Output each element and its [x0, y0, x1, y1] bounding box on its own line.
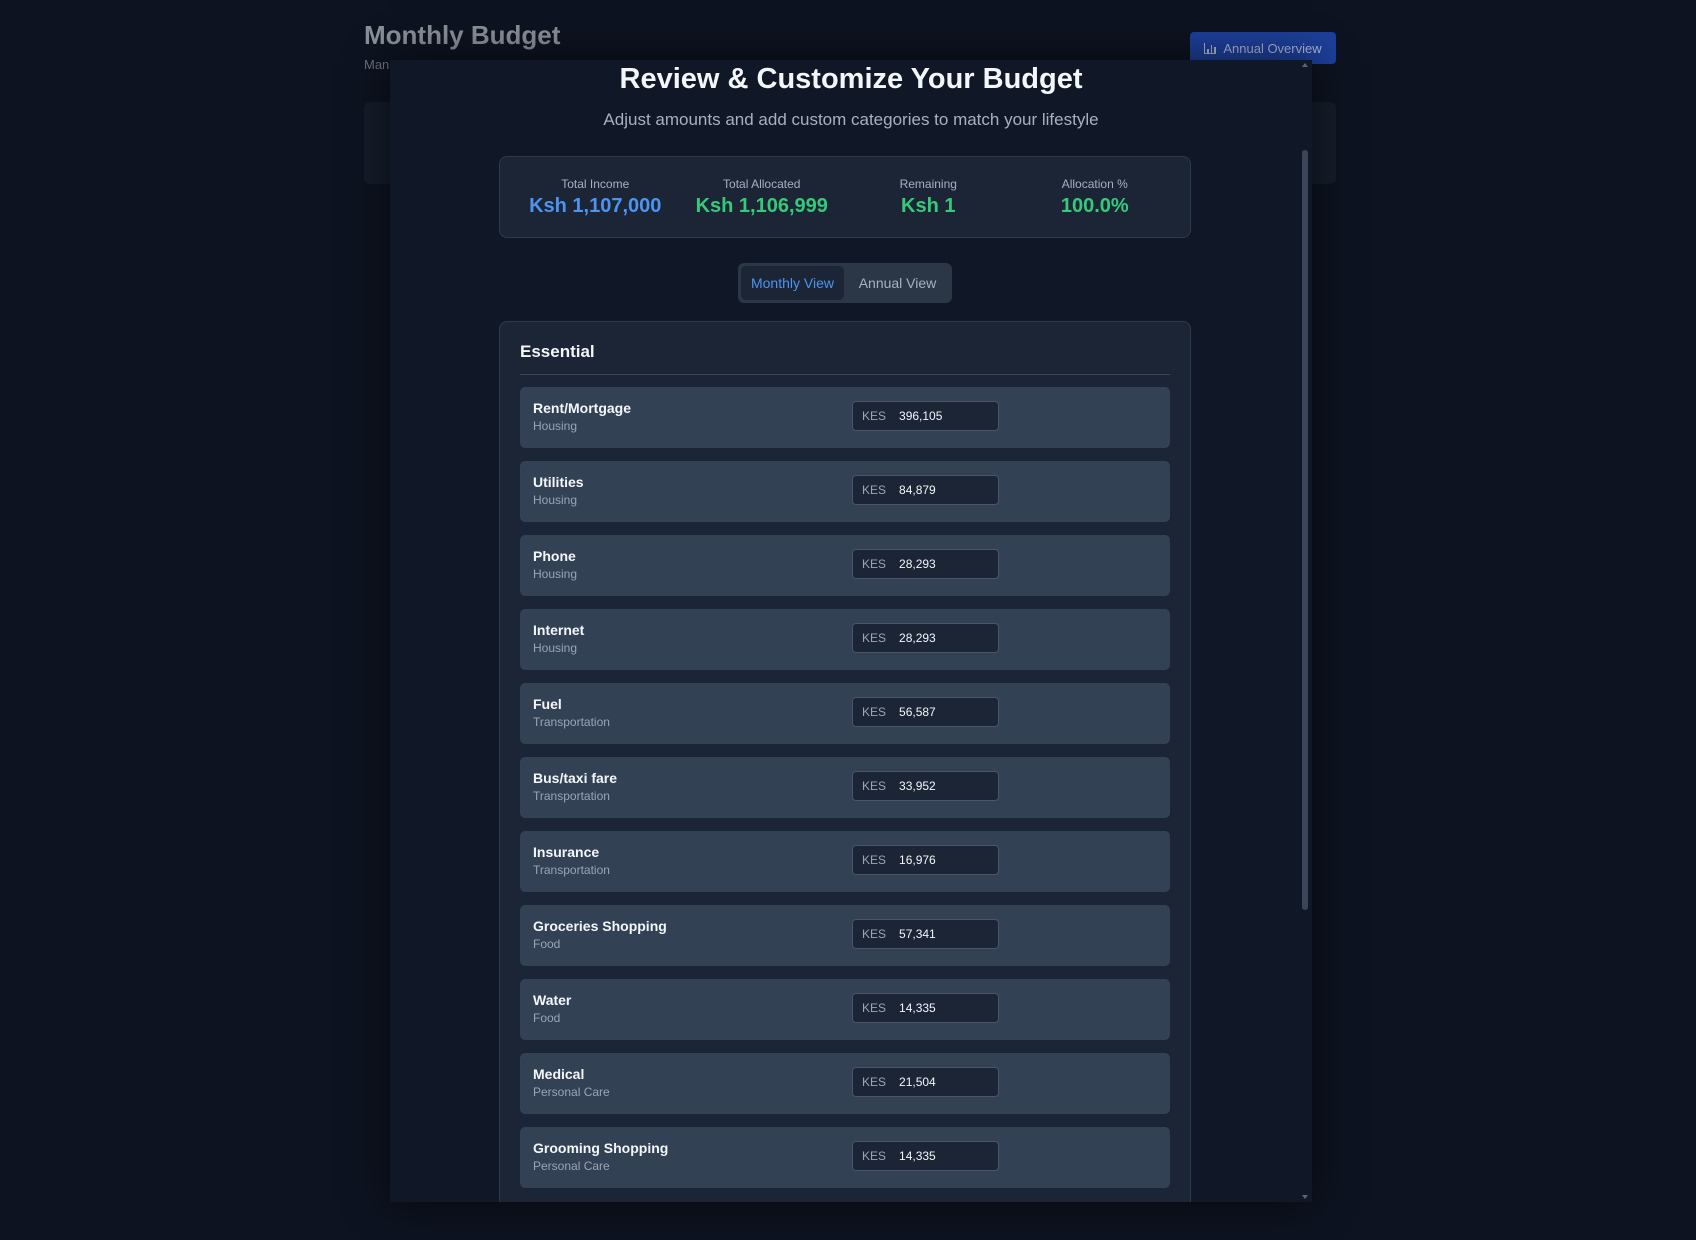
summary-label: Total Income	[561, 176, 630, 191]
budget-item-row: Internet Housing KES 28,293	[520, 609, 1170, 670]
amount-field[interactable]: KES 396,105	[852, 401, 999, 431]
page-subtitle: Man	[364, 57, 390, 72]
budget-item-row: Water Food KES 14,335	[520, 979, 1170, 1040]
amount-field[interactable]: KES 28,293	[852, 549, 999, 579]
summary-label: Remaining	[899, 176, 957, 191]
amount-field[interactable]: KES 84,879	[852, 475, 999, 505]
amount-field[interactable]: KES 28,293	[852, 623, 999, 653]
budget-item-row: Phone Housing KES 28,293	[520, 535, 1170, 596]
summary-allocation-percent: Allocation % 100.0%	[1012, 177, 1179, 218]
summary-value: Ksh 1,106,999	[695, 194, 828, 217]
amount-field[interactable]: KES 14,335	[852, 993, 999, 1023]
summary-value: Ksh 1,107,000	[529, 194, 662, 217]
amount-input[interactable]: 21,504	[899, 1075, 989, 1089]
modal-title: Review & Customize Your Budget	[619, 63, 1083, 95]
currency-prefix: KES	[862, 1149, 887, 1163]
currency-prefix: KES	[862, 1075, 887, 1089]
currency-prefix: KES	[862, 557, 887, 571]
summary-value: Ksh 1	[901, 194, 956, 217]
amount-field[interactable]: KES 21,504	[852, 1067, 999, 1097]
budget-review-modal: Review & Customize Your Budget Adjust am…	[390, 60, 1312, 1202]
scroll-down-arrow[interactable]	[1302, 1195, 1308, 1199]
amount-input[interactable]: 28,293	[899, 631, 989, 645]
budget-item-row: Bus/taxi fare Transportation KES 33,952	[520, 757, 1170, 818]
currency-prefix: KES	[862, 631, 887, 645]
amount-field[interactable]: KES 33,952	[852, 771, 999, 801]
amount-input[interactable]: 14,335	[899, 1001, 989, 1015]
annual-overview-label: Annual Overview	[1223, 40, 1322, 56]
amount-input[interactable]: 56,587	[899, 705, 989, 719]
currency-prefix: KES	[862, 483, 887, 497]
amount-field[interactable]: KES 56,587	[852, 697, 999, 727]
budget-item-row: Groceries Shopping Food KES 57,341	[520, 905, 1170, 966]
modal-scrollbar[interactable]	[1302, 150, 1308, 910]
page-title: Monthly Budget	[364, 20, 561, 50]
summary-total-allocated: Total Allocated Ksh 1,106,999	[679, 177, 846, 218]
section-title: Essential	[520, 342, 1170, 375]
budget-summary: Total Income Ksh 1,107,000 Total Allocat…	[499, 156, 1191, 238]
amount-input[interactable]: 396,105	[899, 409, 989, 423]
amount-field[interactable]: KES 16,976	[852, 845, 999, 875]
amount-input[interactable]: 57,341	[899, 927, 989, 941]
annual-view-button[interactable]: Annual View	[846, 266, 949, 300]
summary-label: Allocation %	[1061, 176, 1128, 191]
amount-field[interactable]: KES 57,341	[852, 919, 999, 949]
view-toggle: Monthly View Annual View	[738, 263, 952, 303]
budget-item-row: Insurance Transportation KES 16,976	[520, 831, 1170, 892]
currency-prefix: KES	[862, 853, 887, 867]
amount-input[interactable]: 14,335	[899, 1149, 989, 1163]
monthly-view-button[interactable]: Monthly View	[741, 266, 844, 300]
summary-remaining: Remaining Ksh 1	[845, 177, 1012, 218]
summary-label: Total Allocated	[723, 176, 801, 191]
budget-item-row: Rent/Mortgage Housing KES 396,105	[520, 387, 1170, 448]
amount-input[interactable]: 28,293	[899, 557, 989, 571]
budget-item-row: Fuel Transportation KES 56,587	[520, 683, 1170, 744]
currency-prefix: KES	[862, 779, 887, 793]
budget-item-row: Grooming Shopping Personal Care KES 14,335	[520, 1127, 1170, 1188]
amount-input[interactable]: 33,952	[899, 779, 989, 793]
currency-prefix: KES	[862, 409, 887, 423]
currency-prefix: KES	[862, 927, 887, 941]
currency-prefix: KES	[862, 1001, 887, 1015]
bar-chart-icon	[1204, 42, 1217, 54]
amount-field[interactable]: KES 14,335	[852, 1141, 999, 1171]
currency-prefix: KES	[862, 705, 887, 719]
summary-value: 100.0%	[1060, 194, 1129, 217]
budget-item-row: Utilities Housing KES 84,879	[520, 461, 1170, 522]
summary-total-income: Total Income Ksh 1,107,000	[512, 177, 679, 218]
budget-item-row: Medical Personal Care KES 21,504	[520, 1053, 1170, 1114]
amount-input[interactable]: 16,976	[899, 853, 989, 867]
modal-subtitle: Adjust amounts and add custom categories…	[603, 110, 1099, 129]
essential-section: Essential Rent/Mortgage Housing KES 396,105…	[499, 321, 1191, 1202]
amount-input[interactable]: 84,879	[899, 483, 989, 497]
